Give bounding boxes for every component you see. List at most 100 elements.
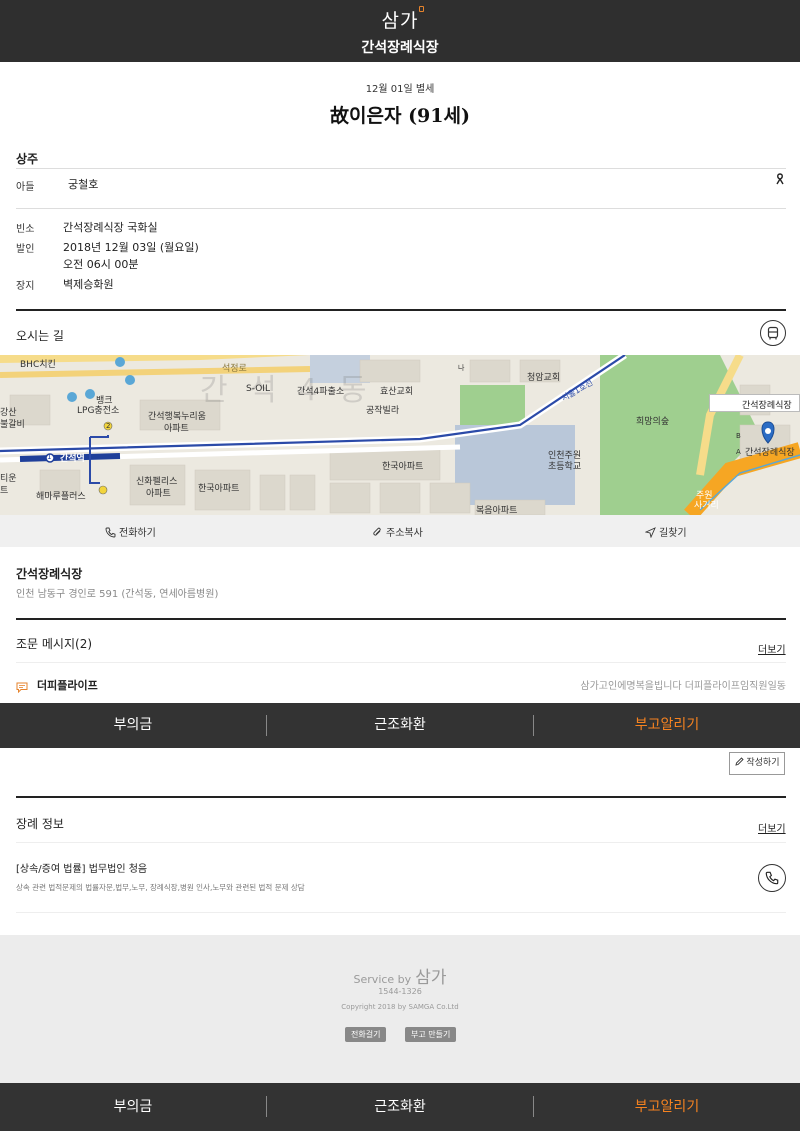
burial-label: 장지	[16, 281, 35, 292]
call-button-label: 전화하기	[119, 528, 156, 539]
map-label: 간석4파출소	[297, 387, 345, 397]
phone-icon	[105, 527, 116, 538]
deceased-name: 故이은자 (91세)	[330, 105, 470, 127]
map-label: 복음아파트	[476, 506, 518, 515]
footer-phone: 1544-1326	[378, 987, 422, 996]
funeral-info-item-desc: 상속 관련 법적문제의 법률자문,법무,노무, 장례식장,병원 인사,노무와 관…	[16, 883, 305, 892]
footer-copyright: Copyright 2018 by SAMGA Co.Ltd	[341, 1003, 459, 1011]
bus-icon[interactable]	[760, 320, 786, 346]
samga-logo[interactable]: 삼가	[0, 6, 800, 33]
message-author: 더피플라이프	[37, 679, 98, 692]
copy-address-label: 주소복사	[386, 528, 423, 539]
section-divider	[16, 618, 786, 620]
bottom-tab-bar: 부의금 근조화환 부고알리기	[0, 1083, 800, 1131]
chief-mourners-title: 상주	[16, 152, 39, 166]
clip-icon	[373, 527, 381, 536]
map-label: 효산교회	[380, 387, 414, 397]
footer-make-obituary-button[interactable]: 부고 만들기	[405, 1027, 457, 1042]
phone-call-button[interactable]	[758, 864, 786, 892]
service-by: Service by 삼가	[0, 963, 800, 988]
map-label: 희망의숲	[636, 417, 670, 427]
map-graphic	[0, 355, 800, 515]
ribbon-icon	[776, 173, 784, 189]
tab-condolence-money[interactable]: 부의금	[0, 703, 266, 748]
phone-icon	[765, 871, 779, 885]
copy-address-button[interactable]: 주소복사	[372, 524, 423, 539]
room-label: 빈소	[16, 224, 35, 235]
logo-text: 삼가	[381, 10, 419, 32]
funeral-info-title: 장례 정보	[16, 817, 64, 831]
footer-call-button[interactable]: 전화걸기	[345, 1027, 387, 1042]
write-message-label: 작성하기	[746, 758, 780, 768]
divider	[16, 168, 786, 169]
logo-dot	[419, 6, 425, 12]
funeral-info-item-title[interactable]: [상속/증여 법률] 법무법인 청음	[16, 860, 147, 875]
write-message-button[interactable]: 작성하기	[729, 752, 785, 775]
map-pin-label[interactable]: 간석장례식장	[709, 394, 800, 412]
section-divider	[16, 796, 786, 798]
departure-label: 발인	[16, 244, 35, 255]
divider	[16, 662, 786, 663]
service-by-label: Service by	[353, 973, 412, 986]
funeral-info-more-link[interactable]: 더보기	[758, 820, 786, 835]
map-label: 트	[0, 486, 9, 496]
page-footer: Service by 삼가 1544-1326 Copyright 2018 by…	[0, 935, 800, 1083]
burial-value: 벽제승화원	[63, 278, 114, 291]
map-label: A	[736, 448, 741, 456]
map-pin-label-text: 간석장례식장	[742, 401, 792, 411]
message-text: 삼가고인에명복을빕니다 더피플라이프임직원일동	[580, 681, 786, 692]
tab-wreath[interactable]: 근조화환	[267, 703, 533, 748]
hall-address-line: 인천 남동구 경인로 591 (간석동, 연세아름병원)	[16, 589, 219, 600]
room-value: 간석장례식장 국화실	[63, 221, 158, 234]
funeral-hall-name: 간석장례식장	[361, 40, 439, 56]
map-label: 나	[458, 364, 465, 372]
map-label: 간석역	[60, 454, 85, 464]
directions-title: 오시는 길	[16, 329, 64, 343]
map-label: B	[736, 432, 741, 440]
map-label: 아파트	[164, 424, 189, 434]
message-icon	[16, 678, 28, 697]
map-label: LPG충전소	[77, 406, 120, 416]
departure-time: 오전 06시 00분	[63, 258, 139, 271]
footer-brand: 삼가	[415, 968, 447, 988]
map-label: 청암교회	[527, 373, 561, 383]
map-label: 1	[47, 453, 52, 461]
map-label: 석정로	[222, 364, 247, 374]
obituary-header: 12월 01일 별세 故이은자 (91세)	[0, 80, 800, 128]
divider	[16, 842, 786, 843]
tab-notify[interactable]: 부고알리기	[534, 1083, 800, 1131]
departure-date: 2018년 12월 03일 (월요일)	[63, 241, 199, 254]
map-pin-sublabel: 간석장례식장	[745, 448, 795, 458]
tab-wreath[interactable]: 근조화환	[267, 1083, 533, 1131]
map-action-bar: 전화하기 주소복사 길찾기	[0, 515, 800, 547]
action-tab-bar: 부의금 근조화환 부고알리기	[0, 703, 800, 748]
tab-condolence-money[interactable]: 부의금	[0, 1083, 266, 1131]
messages-title: 조문 메시지(2)	[16, 637, 93, 651]
map-label: 사거리	[694, 501, 719, 511]
divider	[16, 208, 786, 209]
map-label: 한국아파트	[198, 484, 240, 494]
map-label: 아파트	[146, 489, 171, 499]
route-button[interactable]: 길찾기	[644, 524, 687, 539]
pencil-icon	[734, 757, 744, 766]
map-label: 해마루플러스	[36, 492, 86, 502]
call-button[interactable]: 전화하기	[105, 524, 156, 539]
location-map[interactable]: 간 석 4 동 BHC치킨 석정로 S-OIL 간석4파출소 효산교회 청암교회…	[0, 355, 800, 515]
map-label: 불갈비	[0, 420, 25, 430]
map-label: 한국아파트	[382, 462, 424, 472]
messages-more-link[interactable]: 더보기	[758, 641, 786, 656]
map-label: 초등학교	[548, 462, 582, 472]
tab-notify[interactable]: 부고알리기	[534, 703, 800, 748]
top-header: 삼가 간석장례식장	[0, 0, 800, 62]
divider	[16, 912, 786, 913]
map-label: 공작빌라	[366, 406, 400, 416]
map-label: S-OIL	[246, 384, 270, 394]
navigate-icon	[644, 527, 656, 539]
mourner-relation: 아들	[16, 182, 35, 193]
route-label: 길찾기	[659, 528, 687, 539]
section-divider	[16, 309, 786, 311]
map-label: 2	[106, 422, 111, 430]
map-label: BHC치킨	[20, 360, 56, 370]
death-date: 12월 01일 별세	[365, 84, 435, 95]
mourner-name: 궁철호	[68, 178, 99, 191]
